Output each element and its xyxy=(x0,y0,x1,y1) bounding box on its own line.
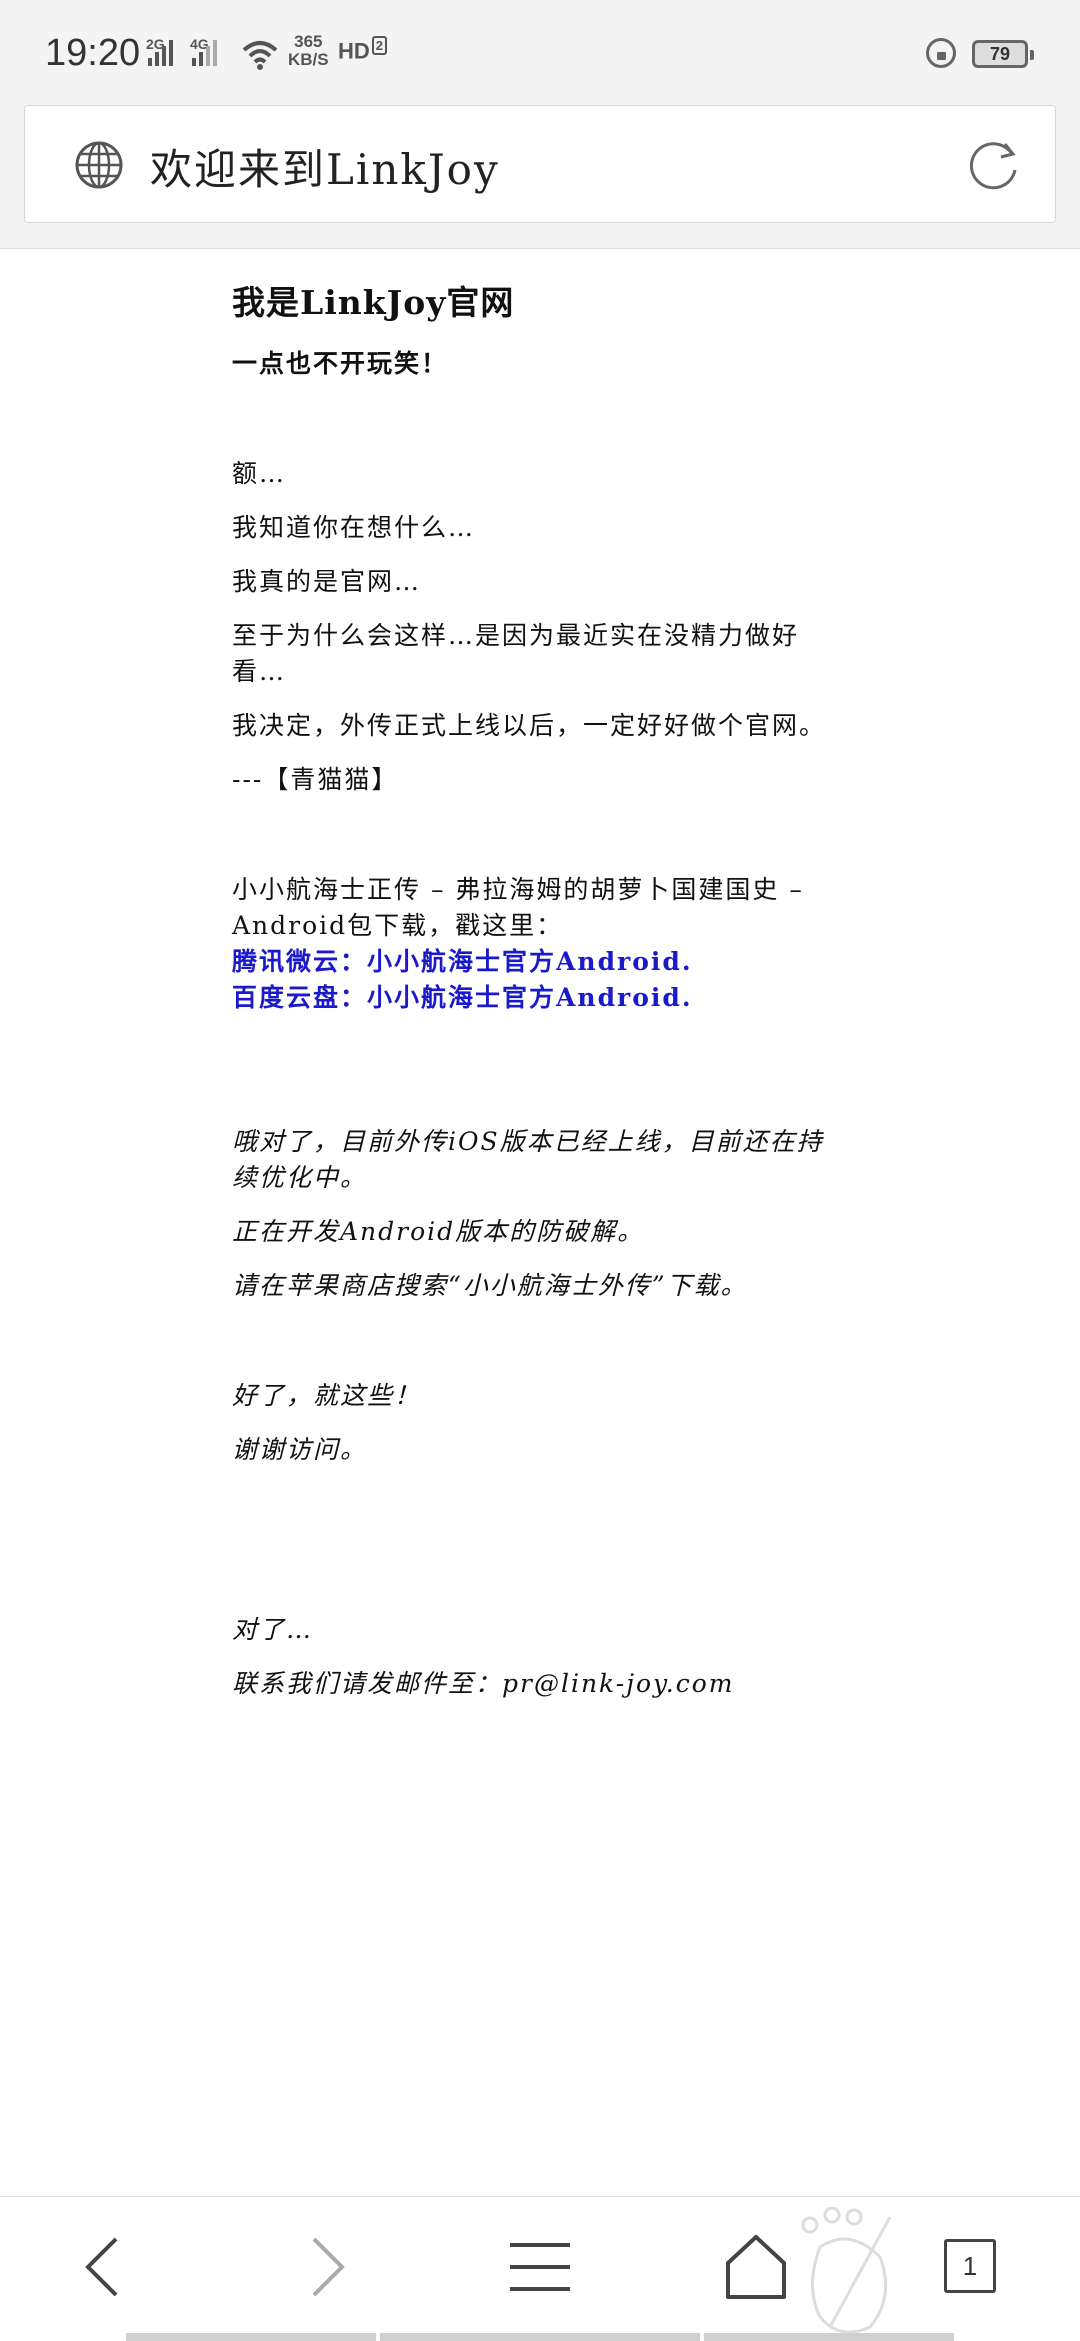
battery-icon: 79 xyxy=(972,40,1034,68)
text-line: ---【青猫猫】 xyxy=(232,765,399,794)
text-line: 哦对了，目前外传iOS版本已经上线，目前还在持 xyxy=(232,1127,824,1156)
text-line: 我决定，外传正式上线以后，一定好好做个官网。 xyxy=(232,711,827,740)
bottom-navigation: 1 xyxy=(0,2196,1080,2341)
hd-label: HD xyxy=(338,38,370,64)
reload-icon[interactable] xyxy=(965,136,1023,194)
url-box[interactable]: 欢迎来到LinkJoy xyxy=(24,105,1056,223)
speed-unit: KB/S xyxy=(288,50,329,69)
text-line: 好了，就这些！ xyxy=(232,1381,422,1410)
battery-level: 79 xyxy=(989,44,1011,64)
tabs-icon[interactable]: 1 xyxy=(944,2239,996,2293)
text-line: 额… xyxy=(232,459,287,488)
wifi-icon xyxy=(242,41,278,70)
network-speed: 365 KB/S xyxy=(288,33,329,69)
text-line: 至于为什么会这样…是因为最近实在没精力做好 xyxy=(232,621,800,650)
home-icon[interactable] xyxy=(716,2227,796,2307)
forward-icon[interactable] xyxy=(284,2227,364,2307)
download-link-weiyun[interactable]: 腾讯微云：小小航海士官方Android. xyxy=(232,942,693,978)
status-time: 19:20 xyxy=(45,32,141,74)
status-bar: 19:20 2G 4G 365 KB/S HD 2 79 xyxy=(0,0,1080,105)
hd-indicator: HD 2 xyxy=(338,36,388,64)
text-line: 看… xyxy=(232,657,287,686)
back-icon[interactable] xyxy=(64,2227,144,2307)
page-title[interactable]: 欢迎来到LinkJoy xyxy=(150,136,500,197)
menu-icon[interactable] xyxy=(500,2227,580,2307)
globe-icon xyxy=(75,141,123,189)
text-line: 谢谢访问。 xyxy=(232,1435,368,1464)
text-line: Android包下载，戳这里： xyxy=(232,911,564,940)
text-line: 我知道你在想什么… xyxy=(232,513,476,542)
hd-index: 2 xyxy=(371,36,388,55)
text-line: 正在开发Android版本的防破解。 xyxy=(232,1217,645,1246)
text-line: 请在苹果商店搜索“小小航海士外传”下载。 xyxy=(232,1271,748,1300)
page-heading: 我是LinkJoy官网 xyxy=(232,283,515,322)
tab-count: 1 xyxy=(962,2251,978,2281)
text-line: 一点也不开玩笑！ xyxy=(232,349,449,378)
download-link-baidu[interactable]: 百度云盘：小小航海士官方Android. xyxy=(232,978,693,1014)
text-line: 小小航海士正传 – 弗拉海姆的胡萝卜国建国史 – xyxy=(232,875,804,904)
address-bar: 欢迎来到LinkJoy xyxy=(0,105,1080,249)
text-line: 我真的是官网… xyxy=(232,567,422,596)
rotation-lock-icon xyxy=(926,38,956,68)
text-line: 对了… xyxy=(232,1615,314,1644)
text-line: 续优化中。 xyxy=(232,1163,368,1192)
speed-value: 365 xyxy=(294,32,323,51)
contact-line: 联系我们请发邮件至：pr@link-joy.com xyxy=(232,1669,735,1698)
paw-watermark-icon xyxy=(801,2207,892,2334)
